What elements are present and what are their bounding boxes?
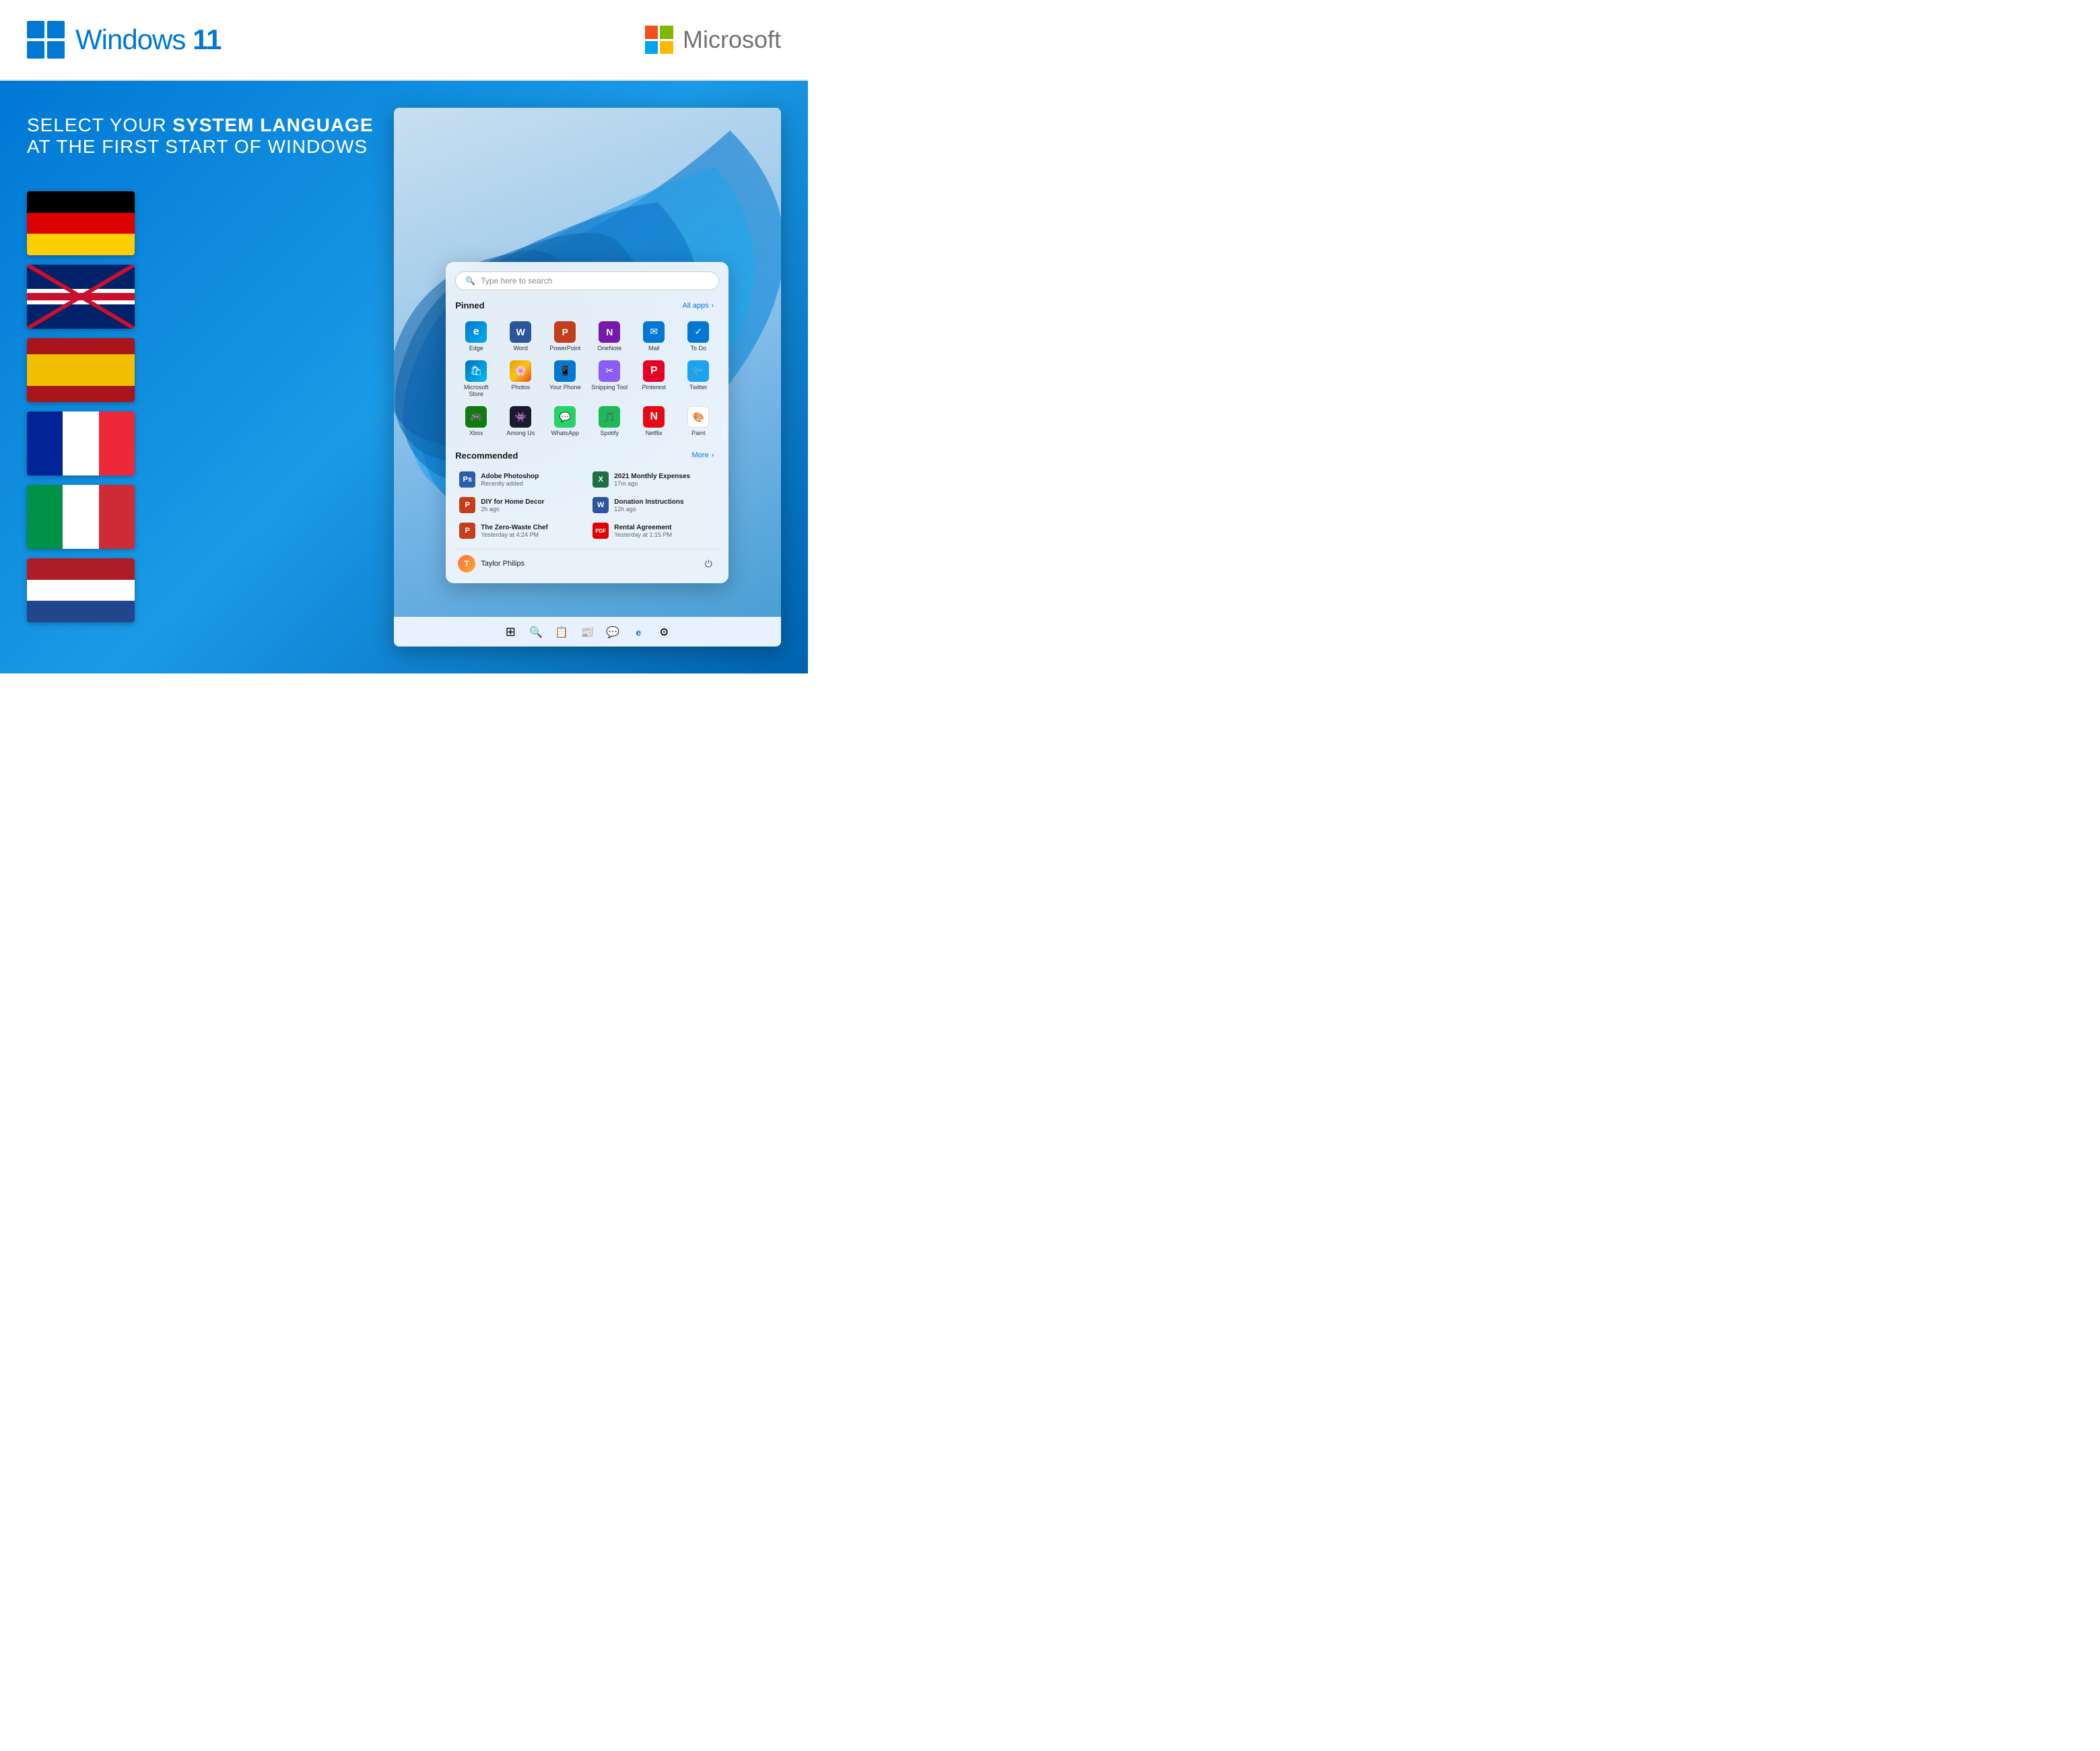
windows-title: Windows 11 bbox=[75, 24, 221, 56]
windows-logo-icon bbox=[27, 21, 65, 59]
header: Windows 11 Microsoft bbox=[0, 0, 808, 81]
microsoft-logo-area: Microsoft bbox=[645, 26, 781, 54]
flags-list bbox=[27, 191, 374, 622]
recommended-section-header: Recommended More › bbox=[455, 449, 719, 461]
all-apps-button[interactable]: All apps › bbox=[677, 300, 719, 312]
user-name: Taylor Philips bbox=[481, 560, 524, 568]
taskbar-search-button[interactable]: 🔍 bbox=[525, 622, 547, 643]
rec-item-donation[interactable]: W Donation Instructions 12h ago bbox=[588, 494, 719, 517]
app-powerpoint[interactable]: P PowerPoint bbox=[544, 319, 586, 355]
headline-line2: AT THE FIRST START OF WINDOWS bbox=[27, 136, 374, 158]
flag-english[interactable] bbox=[27, 265, 135, 329]
search-bar[interactable]: 🔍 Type here to search bbox=[455, 271, 719, 290]
left-panel: SELECT YOUR SYSTEM LANGUAGE AT THE FIRST… bbox=[27, 108, 374, 647]
start-menu: 🔍 Type here to search Pinned All apps › … bbox=[446, 262, 729, 583]
taskbar-widgets-button[interactable]: 📰 bbox=[576, 622, 598, 643]
taskbar-chat-button[interactable]: 💬 bbox=[602, 622, 623, 643]
rec-item-photoshop[interactable]: Ps Adobe Photoshop Recently added bbox=[455, 468, 586, 491]
user-avatar: T bbox=[458, 555, 475, 572]
app-paint[interactable]: 🎨 Paint bbox=[677, 403, 719, 440]
rec-item-zerowaste[interactable]: P The Zero-Waste Chef Yesterday at 4:24 … bbox=[455, 519, 586, 542]
app-spotify[interactable]: 🎵 Spotify bbox=[588, 403, 630, 440]
taskbar-settings-button[interactable]: ⚙ bbox=[653, 622, 675, 643]
flag-dutch[interactable] bbox=[27, 558, 135, 622]
headline-line1: SELECT YOUR SYSTEM LANGUAGE bbox=[27, 114, 374, 136]
app-among-us[interactable]: 👾 Among Us bbox=[500, 403, 541, 440]
taskbar-edge-button[interactable]: e bbox=[628, 622, 649, 643]
app-word[interactable]: W Word bbox=[500, 319, 541, 355]
app-snipping-tool[interactable]: ✂ Snipping Tool bbox=[588, 358, 630, 401]
app-mail[interactable]: ✉ Mail bbox=[633, 319, 675, 355]
windows-logo-area: Windows 11 bbox=[27, 21, 221, 59]
pinned-apps-grid: e Edge W Word P PowerPoint N OneNote bbox=[455, 319, 719, 440]
taskbar-start-button[interactable]: ⊞ bbox=[500, 622, 521, 643]
flag-german[interactable] bbox=[27, 191, 135, 255]
microsoft-title: Microsoft bbox=[683, 26, 781, 54]
recommended-label: Recommended bbox=[455, 451, 518, 461]
recommended-section: Recommended More › Ps Adobe Photoshop Re… bbox=[455, 449, 719, 542]
app-your-phone[interactable]: 📱 Your Phone bbox=[544, 358, 586, 401]
search-icon: 🔍 bbox=[465, 276, 475, 286]
rec-item-expenses[interactable]: X 2021 Monthly Expenses 17m ago bbox=[588, 468, 719, 491]
app-twitter[interactable]: 🐦 Twitter bbox=[677, 358, 719, 401]
power-button[interactable]: ⏻ bbox=[700, 556, 716, 572]
start-menu-footer: T Taylor Philips ⏻ bbox=[455, 549, 719, 574]
pinned-section-header: Pinned All apps › bbox=[455, 300, 719, 312]
flag-spanish[interactable] bbox=[27, 338, 135, 402]
more-button[interactable]: More › bbox=[687, 449, 720, 461]
microsoft-logo-icon bbox=[645, 26, 673, 54]
desktop-area: 🔍 Type here to search Pinned All apps › … bbox=[394, 108, 781, 617]
flag-italian[interactable] bbox=[27, 485, 135, 549]
pinned-label: Pinned bbox=[455, 300, 484, 310]
flag-french[interactable] bbox=[27, 411, 135, 475]
taskbar: ⊞ 🔍 📋 📰 💬 e ⚙ bbox=[394, 617, 781, 647]
taskbar-taskview-button[interactable]: 📋 bbox=[551, 622, 572, 643]
app-xbox[interactable]: 🎮 Xbox bbox=[455, 403, 497, 440]
rec-item-rental[interactable]: PDF Rental Agreement Yesterday at 1:15 P… bbox=[588, 519, 719, 542]
app-onenote[interactable]: N OneNote bbox=[588, 319, 630, 355]
app-whatsapp[interactable]: 💬 WhatsApp bbox=[544, 403, 586, 440]
app-todo[interactable]: ✓ To Do bbox=[677, 319, 719, 355]
main-section: SELECT YOUR SYSTEM LANGUAGE AT THE FIRST… bbox=[0, 81, 808, 673]
app-pinterest[interactable]: P Pinterest bbox=[633, 358, 675, 401]
rec-item-diy[interactable]: P DIY for Home Decor 2h ago bbox=[455, 494, 586, 517]
windows-screenshot: 🔍 Type here to search Pinned All apps › … bbox=[394, 108, 781, 647]
app-edge[interactable]: e Edge bbox=[455, 319, 497, 355]
app-netflix[interactable]: N Netflix bbox=[633, 403, 675, 440]
recommended-grid: Ps Adobe Photoshop Recently added X 2021… bbox=[455, 468, 719, 542]
search-placeholder-text: Type here to search bbox=[481, 276, 552, 286]
headline: SELECT YOUR SYSTEM LANGUAGE AT THE FIRST… bbox=[27, 114, 374, 158]
app-store[interactable]: 🛍 Microsoft Store bbox=[455, 358, 497, 401]
app-photos[interactable]: 🌸 Photos bbox=[500, 358, 541, 401]
user-area[interactable]: T Taylor Philips bbox=[458, 555, 524, 572]
